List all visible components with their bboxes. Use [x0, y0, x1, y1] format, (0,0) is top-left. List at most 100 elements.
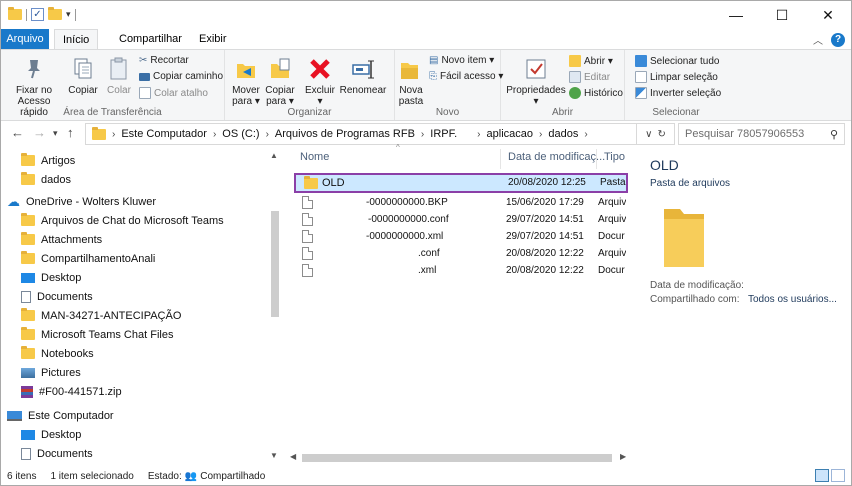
column-header-name[interactable]: Nome — [300, 151, 329, 163]
ribbon: Fixar no Acesso rápido Copiar Colar ✂ Re… — [1, 49, 851, 121]
nav-item[interactable]: Attachments — [21, 230, 102, 249]
column-divider[interactable] — [596, 149, 597, 169]
breadcrumb-separator-icon[interactable]: › — [112, 129, 115, 140]
tab-home[interactable]: Início — [54, 29, 99, 50]
paste-shortcut-button[interactable]: Colar atalho — [139, 87, 208, 99]
easy-access-button[interactable]: ⎘ Fácil acesso ▾ — [429, 71, 503, 82]
edit-label: Editar — [584, 71, 611, 83]
delete-dropdown-icon[interactable]: ▾ — [303, 96, 337, 107]
collapse-ribbon-icon[interactable]: ︿ — [813, 32, 823, 47]
file-row[interactable]: -0000000000.conf 29/07/2020 14:51 Arquiv — [294, 212, 628, 229]
breadcrumb-this-pc[interactable]: Este Computador — [121, 128, 207, 140]
breadcrumb-separator-icon[interactable]: › — [213, 129, 216, 140]
file-row[interactable]: -0000000000.xml 29/07/2020 14:51 Docur — [294, 229, 628, 246]
nav-item[interactable]: dados — [21, 170, 71, 189]
new-item-button[interactable]: ▤ Novo item ▾ — [429, 55, 494, 66]
file-date: 20/08/2020 12:22 — [506, 248, 584, 259]
back-arrow-icon[interactable]: ← — [11, 125, 24, 140]
pc-icon — [7, 410, 22, 421]
horizontal-scroll-thumb[interactable] — [302, 454, 612, 462]
invert-selection-button[interactable]: Inverter seleção — [635, 87, 721, 99]
paste-button[interactable]: Colar — [103, 56, 135, 96]
invert-selection-label: Inverter seleção — [650, 87, 722, 99]
cut-button[interactable]: ✂ Recortar — [139, 55, 189, 66]
address-actions: ∨ ↻ — [637, 123, 675, 145]
delete-button[interactable]: Excluir ▾ — [303, 56, 337, 107]
column-header-type[interactable]: Tipo — [604, 151, 625, 163]
breadcrumb-separator-icon[interactable]: › — [421, 129, 424, 140]
navigation-scroll-thumb[interactable] — [271, 211, 279, 317]
nav-item[interactable]: Pictures — [21, 363, 81, 382]
nav-item[interactable]: Desktop — [21, 268, 81, 287]
up-arrow-icon[interactable]: ↑ — [67, 125, 74, 140]
address-history-dropdown-icon[interactable]: ∨ — [645, 129, 652, 140]
tab-file[interactable]: Arquivo — [1, 29, 49, 49]
address-bar[interactable]: › Este Computador › OS (C:) › Arquivos d… — [85, 123, 637, 145]
breadcrumb-separator-icon[interactable]: › — [584, 129, 587, 140]
properties-dropdown-icon[interactable]: ▾ — [505, 96, 567, 107]
nav-item-label: MAN-34271-ANTECIPAÇÃO — [41, 309, 182, 322]
close-button[interactable]: ✕ — [805, 1, 851, 29]
properties-check-icon[interactable]: ✓ — [31, 8, 44, 21]
search-icon[interactable]: ⚲ — [830, 128, 838, 141]
nav-item[interactable]: Este Computador — [7, 406, 114, 425]
column-header-date[interactable]: Data de modificaç... — [508, 151, 605, 163]
nav-item[interactable]: CompartilhamentoAnali — [21, 249, 155, 268]
refresh-icon[interactable]: ↻ — [657, 129, 665, 140]
new-group: Nova pasta ▤ Novo item ▾ ⎘ Fácil acesso … — [395, 50, 503, 120]
breadcrumb-separator-icon[interactable]: › — [477, 129, 480, 140]
recent-locations-dropdown-icon[interactable]: ▾ — [53, 128, 58, 139]
file-row[interactable]: OLD 20/08/2020 12:25 Pasta — [294, 173, 628, 193]
properties-button[interactable]: Propriedades ▾ — [505, 56, 567, 107]
new-folder-button[interactable]: Nova pasta — [397, 56, 425, 107]
scroll-up-arrow-icon[interactable]: ▲ — [270, 151, 278, 160]
breadcrumb-separator-icon[interactable]: › — [266, 129, 269, 140]
nav-item[interactable]: Microsoft Teams Chat Files — [21, 325, 173, 344]
nav-item[interactable]: Artigos — [21, 151, 75, 170]
file-row[interactable]: .conf 20/08/2020 12:22 Arquiv — [294, 246, 628, 263]
copy-path-button[interactable]: Copiar caminho — [139, 71, 223, 82]
search-box[interactable]: Pesquisar 78057906553 ⚲ — [678, 123, 845, 145]
history-button[interactable]: Histórico — [569, 87, 623, 99]
copy-to-button[interactable]: Copiar para ▾ — [263, 56, 297, 107]
details-view-icon[interactable] — [815, 469, 829, 482]
file-row[interactable]: .xml 20/08/2020 12:22 Docur — [294, 263, 628, 280]
nav-item[interactable]: Documents — [21, 444, 93, 463]
large-icons-view-icon[interactable] — [831, 469, 845, 482]
open-button[interactable]: Abrir ▾ — [569, 55, 613, 67]
navigation-scrollbar[interactable]: ▲ ▼ — [269, 151, 281, 463]
nav-item[interactable]: Notebooks — [21, 344, 94, 363]
tab-share[interactable]: Compartilhar — [111, 29, 190, 49]
nav-item[interactable]: #F00-441571.zip — [21, 382, 122, 401]
clear-selection-button[interactable]: Limpar seleção — [635, 71, 718, 83]
breadcrumb-aplicacao[interactable]: aplicacao — [487, 128, 533, 140]
edit-button[interactable]: Editar — [569, 71, 610, 83]
new-folder-icon[interactable] — [48, 7, 62, 20]
nav-item[interactable]: Documents — [21, 287, 93, 306]
select-all-button[interactable]: Selecionar tudo — [635, 55, 720, 67]
breadcrumb-irpf[interactable]: IRPF. — [430, 128, 457, 140]
nav-item[interactable]: Arquivos de Chat do Microsoft Teams — [21, 211, 224, 230]
nav-item[interactable]: Desktop — [21, 425, 81, 444]
nav-item[interactable]: MAN-34271-ANTECIPAÇÃO — [21, 306, 181, 325]
nav-item[interactable]: ☁ OneDrive - Wolters Kluwer — [7, 192, 156, 211]
move-to-button[interactable]: Mover para ▾ — [229, 56, 263, 107]
breadcrumb-drive-c[interactable]: OS (C:) — [222, 128, 259, 140]
rename-button[interactable]: Renomear — [337, 56, 389, 96]
minimize-button[interactable]: — — [713, 1, 759, 29]
breadcrumb-separator-icon[interactable]: › — [539, 129, 542, 140]
scroll-down-arrow-icon[interactable]: ▼ — [270, 451, 278, 460]
forward-arrow-icon[interactable]: → — [33, 125, 46, 140]
breadcrumb-program-files-rfb[interactable]: Arquivos de Programas RFB — [275, 128, 415, 140]
breadcrumb-dados[interactable]: dados — [548, 128, 578, 140]
maximize-button[interactable]: ☐ — [759, 1, 805, 29]
file-row[interactable]: -0000000000.BKP 15/06/2020 17:29 Arquiv — [294, 195, 628, 212]
help-icon[interactable]: ? — [831, 32, 845, 47]
customize-toolbar-dropdown-icon[interactable]: ▾ — [66, 9, 71, 20]
file-list-horizontal-scrollbar[interactable]: ◀ ▶ — [288, 451, 632, 465]
column-divider[interactable] — [500, 149, 501, 169]
tab-view[interactable]: Exibir — [191, 29, 235, 49]
copy-button[interactable]: Copiar — [65, 56, 101, 96]
scroll-left-arrow-icon[interactable]: ◀ — [290, 452, 296, 461]
scroll-right-arrow-icon[interactable]: ▶ — [620, 452, 626, 461]
